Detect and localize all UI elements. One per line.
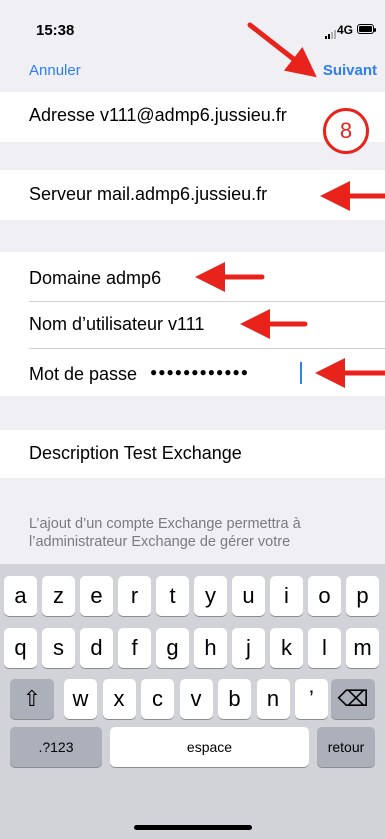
key-h[interactable]: h [194, 628, 227, 668]
keyboard: ⇧ ⌫ .?123 espace retour azertyuiop qsdfgh… [0, 564, 385, 839]
key-k[interactable]: k [270, 628, 303, 668]
key-y[interactable]: y [194, 576, 227, 616]
delete-key[interactable]: ⌫ [331, 679, 375, 719]
shift-key[interactable]: ⇧ [10, 679, 54, 719]
key-z[interactable]: z [42, 576, 75, 616]
home-indicator [134, 825, 252, 830]
key-p[interactable]: p [346, 576, 379, 616]
key-d[interactable]: d [80, 628, 113, 668]
key-u[interactable]: u [232, 576, 265, 616]
key-i[interactable]: i [270, 576, 303, 616]
key-e[interactable]: e [80, 576, 113, 616]
key-j[interactable]: j [232, 628, 265, 668]
key-x[interactable]: x [102, 679, 136, 719]
key-r[interactable]: r [118, 576, 151, 616]
arrow-to-next [247, 22, 317, 78]
key-v[interactable]: v [179, 679, 213, 719]
key-b[interactable]: b [218, 679, 251, 719]
key-q[interactable]: q [4, 628, 37, 668]
space-key[interactable]: espace [110, 727, 309, 767]
key-m[interactable]: m [346, 628, 379, 668]
key-o[interactable]: o [308, 576, 341, 616]
key-s[interactable]: s [42, 628, 75, 668]
numbers-key[interactable]: .?123 [10, 727, 102, 767]
key-f[interactable]: f [118, 628, 151, 668]
key-n[interactable]: n [256, 679, 290, 719]
key-t[interactable]: t [156, 576, 189, 616]
key-w[interactable]: w [64, 679, 97, 719]
key-’[interactable]: ’ [295, 679, 328, 719]
key-a[interactable]: a [4, 576, 37, 616]
return-key[interactable]: retour [317, 727, 375, 767]
key-g[interactable]: g [156, 628, 189, 668]
key-c[interactable]: c [141, 679, 174, 719]
key-l[interactable]: l [308, 628, 341, 668]
